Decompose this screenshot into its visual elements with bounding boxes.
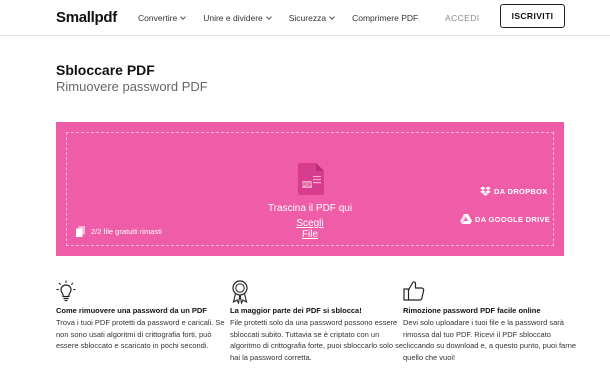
feature-body: File protetti solo da una password posso…: [230, 318, 403, 362]
choose-file-button[interactable]: Scegli File: [288, 218, 332, 240]
from-dropbox-button[interactable]: DA DROPBOX: [480, 186, 548, 196]
nav-item-unire-e-dividere[interactable]: Unire e dividere: [203, 13, 272, 23]
nav-item-convertire[interactable]: Convertire: [138, 13, 187, 23]
google-drive-label: DA GOOGLE DRIVE: [475, 214, 551, 224]
pdf-icon-label: PDF: [302, 183, 312, 189]
files-stack-icon: [76, 226, 85, 237]
feature-body: Devi solo uploadare i tuoi file e la pas…: [403, 318, 577, 362]
page-subtitle: Rimuovere password PDF: [56, 79, 208, 94]
pdf-file-icon: PDF: [298, 163, 324, 195]
drop-prompt: Trascina il PDF qui: [267, 203, 353, 214]
nav-item-sicurezza[interactable]: Sicurezza: [288, 13, 335, 23]
page-title: Sbloccare PDF: [56, 62, 155, 78]
dropbox-icon: [480, 186, 491, 196]
main-nav: Convertire Unire e dividere Sicurezza Co…: [138, 13, 436, 23]
award-ribbon-icon: [232, 280, 248, 304]
lightbulb-icon: [56, 280, 76, 302]
chevron-down-icon: [265, 14, 272, 20]
chevron-down-icon: [329, 14, 335, 20]
nav-item-label: Convertire: [138, 13, 178, 23]
nav-item-label: Sicurezza: [288, 13, 327, 23]
signup-button[interactable]: ISCRIVITI: [500, 4, 565, 28]
smallpdf-logo[interactable]: Smallpdf: [56, 9, 117, 26]
thumbs-up-icon: [403, 281, 425, 301]
feature-title: Rimozione password PDF facile online: [403, 306, 541, 315]
nav-item-comprimere-pdf[interactable]: Comprimere PDF: [352, 13, 418, 23]
google-drive-icon: [460, 214, 472, 224]
free-files-remaining: 2/2 file gratuiti rimasti: [76, 226, 162, 237]
chevron-down-icon: [180, 14, 187, 20]
feature-title: Come rimuovere una password da un PDF: [56, 306, 207, 315]
from-google-drive-button[interactable]: DA GOOGLE DRIVE: [460, 214, 550, 224]
login-link[interactable]: ACCEDI: [445, 13, 480, 23]
nav-item-label: Unire e dividere: [203, 13, 263, 23]
free-files-text: 2/2 file gratuiti rimasti: [91, 227, 162, 236]
feature-body: Trova i tuoi PDF protetti da password e …: [56, 318, 225, 350]
nav-item-label: Comprimere PDF: [352, 13, 419, 23]
file-drop-zone[interactable]: PDF Trascina il PDF qui Scegli File 2/2 …: [56, 122, 564, 256]
dropbox-label: DA DROPBOX: [494, 186, 548, 196]
feature-title: La maggior parte dei PDF si sblocca!: [230, 306, 362, 315]
top-navigation-bar: Smallpdf Convertire Unire e dividere Sic…: [0, 0, 610, 36]
